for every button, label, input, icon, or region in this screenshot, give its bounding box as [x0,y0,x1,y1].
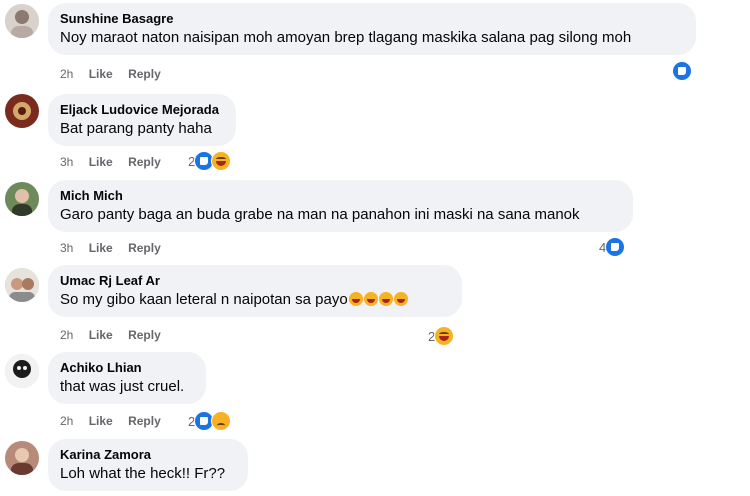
comment-time[interactable]: 2h [60,414,73,428]
like-button[interactable]: Like [89,155,113,169]
reply-button[interactable]: Reply [128,155,161,169]
comment-author[interactable]: Mich Mich [60,187,621,204]
comment-author[interactable]: Sunshine Basagre [60,10,684,27]
reaction-summary[interactable]: 2 [188,151,232,171]
reaction-summary[interactable]: 2 [188,411,232,431]
comment: Karina Zamora Loh what the heck!! Fr?? [0,438,750,496]
comment-actions: 2h Like Reply [60,66,173,82]
laughing-emoji-icon [348,292,363,306]
like-button[interactable]: Like [89,328,113,342]
comment: Achiko Lhian that was just cruel. 2h Lik… [0,350,750,438]
comment-author[interactable]: Eljack Ludovice Mejorada [60,101,224,118]
avatar[interactable] [5,441,39,475]
comment: Umac Rj Leaf Ar So my gibo kaan leteral … [0,264,750,350]
comment: Mich Mich Garo panty baga an buda grabe … [0,178,750,264]
comment-time[interactable]: 3h [60,155,73,169]
sad-reaction-icon [211,411,232,431]
reaction-summary[interactable]: 2 [428,326,455,346]
like-reaction-icon [672,61,692,81]
haha-reaction-icon [434,326,455,346]
reaction-summary[interactable]: 4 [599,237,626,257]
comment-time[interactable]: 2h [60,67,73,81]
comment-text: Loh what the heck!! Fr?? [60,465,226,482]
comment-bubble: Eljack Ludovice Mejorada Bat parang pant… [48,94,236,146]
comment-text: So my gibo kaan leteral n naipotan sa pa… [60,290,450,310]
laughing-emoji-icon [363,292,378,306]
like-button[interactable]: Like [89,67,113,81]
like-reaction-icon [605,237,626,257]
comment-time[interactable]: 2h [60,328,73,342]
comment: Sunshine Basagre Noy maraot naton naisip… [0,0,750,90]
comment-actions: 2h Like Reply [60,413,173,429]
comment-actions: 3h Like Reply [60,240,173,256]
avatar[interactable] [5,354,39,388]
comment-bubble: Umac Rj Leaf Ar So my gibo kaan leteral … [48,265,462,317]
comment-author[interactable]: Umac Rj Leaf Ar [60,272,450,289]
reply-button[interactable]: Reply [128,414,161,428]
comment-author[interactable]: Achiko Lhian [60,359,194,376]
avatar[interactable] [5,4,39,38]
comment-actions: 2h Like Reply [60,327,173,343]
comment-bubble: Mich Mich Garo panty baga an buda grabe … [48,180,633,232]
reaction-summary[interactable] [672,61,692,81]
avatar[interactable] [5,268,39,302]
comment-text: that was just cruel. [60,378,185,395]
comment-time[interactable]: 3h [60,241,73,255]
comment-bubble: Sunshine Basagre Noy maraot naton naisip… [48,3,696,55]
comment-text: Bat parang panty haha [60,120,212,137]
comment-actions: 3h Like Reply [60,154,173,170]
comment-text: Noy maraot naton naisipan moh amoyan bre… [60,29,632,46]
avatar[interactable] [5,94,39,128]
like-button[interactable]: Like [89,241,113,255]
like-button[interactable]: Like [89,414,113,428]
reply-button[interactable]: Reply [128,67,161,81]
laughing-emoji-icon [378,292,393,306]
comment-text-body: So my gibo kaan leteral n naipotan sa pa… [60,291,348,308]
comment-text: Garo panty baga an buda grabe na man na … [60,206,580,223]
haha-reaction-icon [211,151,232,171]
laughing-emoji-icon [393,292,408,306]
reply-button[interactable]: Reply [128,241,161,255]
comment-bubble: Achiko Lhian that was just cruel. [48,352,206,404]
avatar[interactable] [5,182,39,216]
comment-bubble: Karina Zamora Loh what the heck!! Fr?? [48,439,248,491]
comment: Eljack Ludovice Mejorada Bat parang pant… [0,90,750,178]
reply-button[interactable]: Reply [128,328,161,342]
comment-author[interactable]: Karina Zamora [60,446,236,463]
